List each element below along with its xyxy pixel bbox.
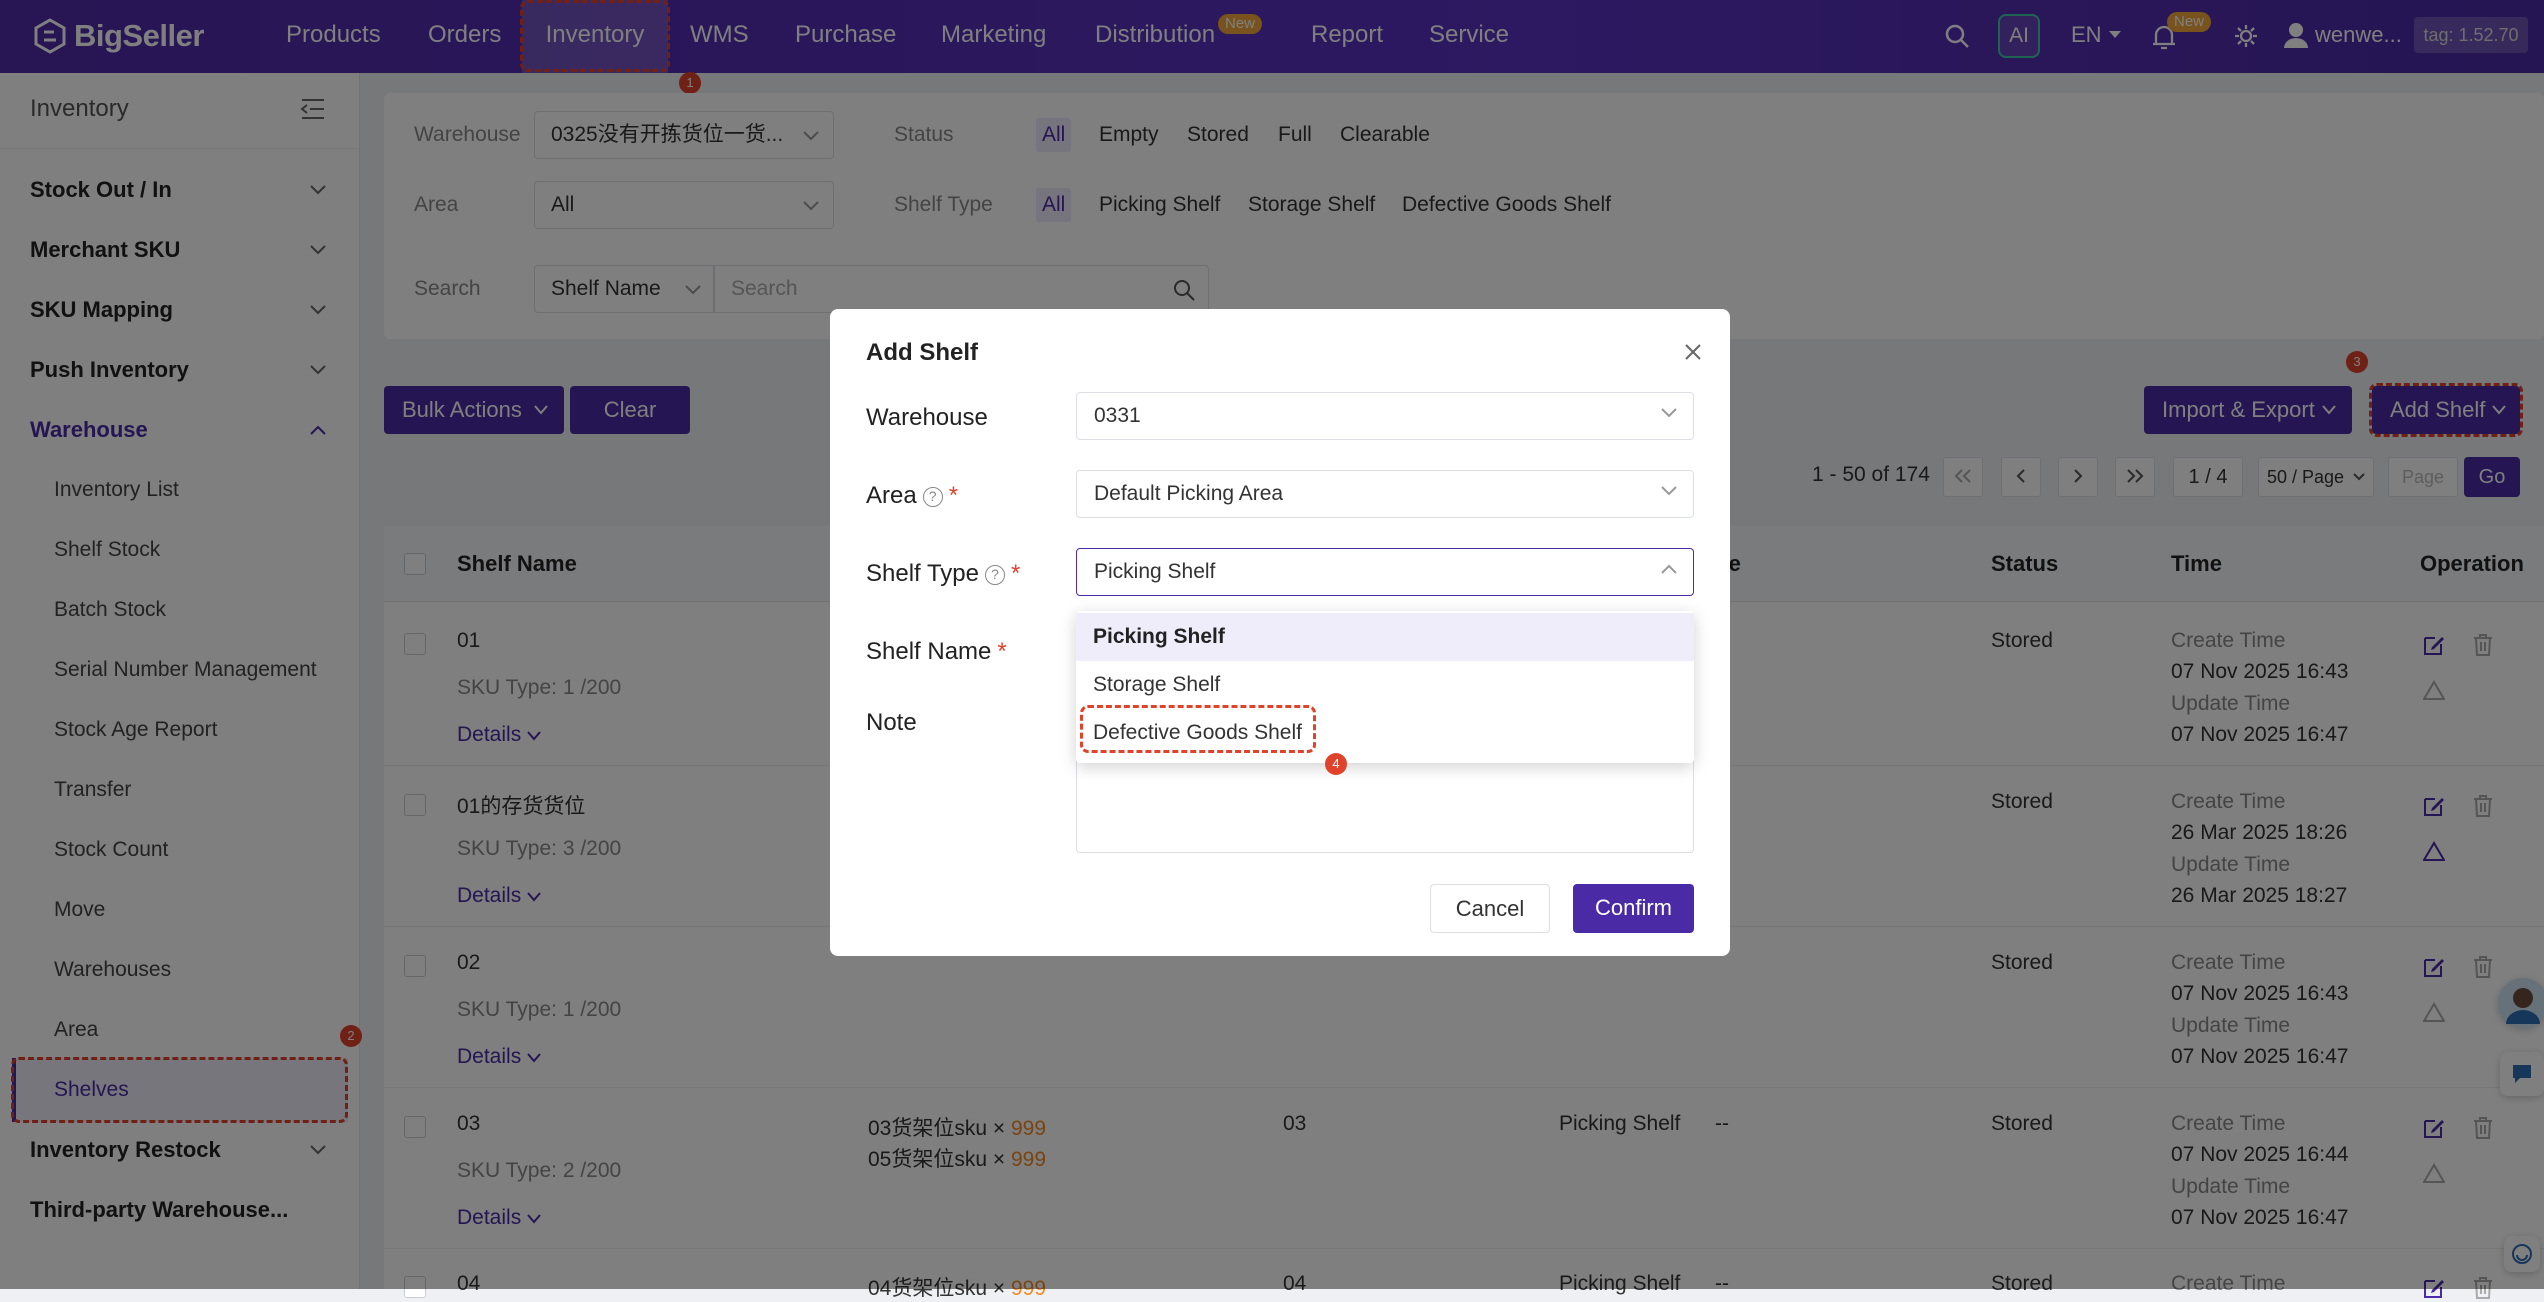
required-mark: * xyxy=(1010,560,1021,587)
option-storage-shelf[interactable]: Storage Shelf xyxy=(1076,661,1694,709)
area-select[interactable]: Default Picking Area xyxy=(1076,470,1694,518)
help-icon[interactable]: ? xyxy=(984,565,1005,585)
required-mark: * xyxy=(948,482,959,509)
dialog-title: Add Shelf xyxy=(866,339,978,366)
cancel-button[interactable]: Cancel xyxy=(1430,884,1550,933)
shelf-name-label-text: Shelf Name xyxy=(866,638,992,665)
step-badge-4: 4 xyxy=(1325,753,1347,775)
note-textarea[interactable] xyxy=(1076,761,1694,853)
warehouse-value: 0331 xyxy=(1094,404,1141,427)
warehouse-select[interactable]: 0331 xyxy=(1076,392,1694,440)
close-icon[interactable] xyxy=(1684,343,1702,361)
note-label: Note xyxy=(866,709,917,736)
add-shelf-dialog: Add Shelf Warehouse 0331 Area? * Default … xyxy=(830,309,1730,956)
chevron-down-icon xyxy=(1661,408,1677,418)
required-mark: * xyxy=(997,638,1007,665)
shelf-type-label: Shelf Type? * xyxy=(866,560,1020,588)
area-label-text: Area xyxy=(866,482,917,509)
highlight-box-defective-option xyxy=(1080,705,1316,753)
help-icon[interactable]: ? xyxy=(922,487,943,507)
chevron-down-icon xyxy=(1661,486,1677,496)
shelf-type-label-text: Shelf Type xyxy=(866,560,979,587)
area-label: Area? * xyxy=(866,482,958,510)
shelf-type-select[interactable]: Picking Shelf xyxy=(1076,548,1694,596)
shelf-type-value: Picking Shelf xyxy=(1094,560,1216,583)
shelf-name-label: Shelf Name * xyxy=(866,638,1007,666)
chevron-up-icon xyxy=(1661,564,1677,574)
option-picking-shelf[interactable]: Picking Shelf xyxy=(1076,613,1694,661)
area-value: Default Picking Area xyxy=(1094,482,1284,505)
confirm-button[interactable]: Confirm xyxy=(1573,884,1694,933)
warehouse-label: Warehouse xyxy=(866,404,988,431)
